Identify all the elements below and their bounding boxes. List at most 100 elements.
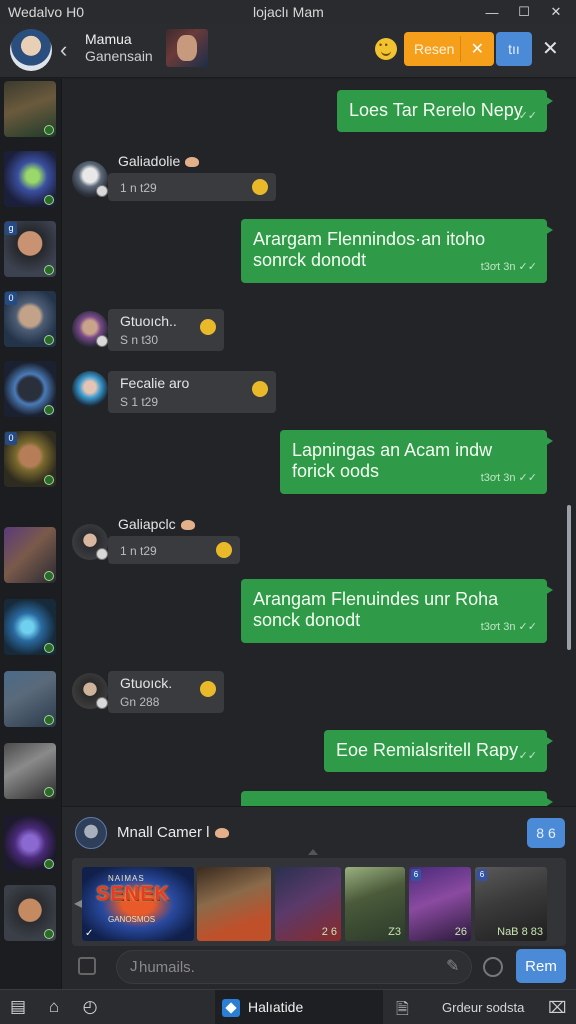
incoming-message[interactable]: Galiapclc 1 n t29 [72,514,252,570]
my-avatar[interactable] [10,29,52,71]
status-icon [44,125,54,135]
message-text: Lapningas an Acam indw forick oods [292,440,493,481]
sidebar-item-3[interactable]: g [4,221,56,277]
media-tile-2[interactable] [197,867,271,941]
sidebar-item-5[interactable] [4,361,56,417]
reaction-icon[interactable] [200,319,216,335]
home-icon[interactable]: ⌂ [44,997,64,1017]
reaction-icon[interactable] [200,681,216,697]
message-bubble[interactable]: 1 n t29 [108,173,276,201]
reaction-icon[interactable] [252,381,268,397]
message-meta: t3ơt 3n ✓✓ [480,261,537,273]
tile-subtitle: GANOSMOS [108,915,156,924]
document-icon[interactable]: 🗎 [396,998,409,1024]
outgoing-message-partial[interactable] [241,791,553,806]
read-check-icon: ✓✓ [518,110,537,122]
chat-header: ‹ Mamua Ganensain Resen ✕ tıı ✕ [0,24,576,78]
sidebar-item-6[interactable]: 0 [4,431,56,487]
message-time: t3ơt 3n [480,472,516,484]
status-icon [44,475,54,485]
maximize-icon[interactable]: ☐ [514,2,534,22]
sender-avatar[interactable] [72,161,108,197]
sidebar-item-11[interactable] [4,815,56,871]
outgoing-message[interactable]: Lapningas an Acam indw forick oods t3ơt … [280,430,553,494]
message-text: Loes Tar Rerelo Nepy [349,100,523,120]
message-bubble[interactable]: Fecalie aro S 1 t29 [108,371,276,413]
sidebar-item-10[interactable] [4,743,56,799]
pencil-icon[interactable]: ✎ [446,956,466,976]
sidebar-item-7[interactable] [4,527,56,583]
attach-icon[interactable] [78,957,96,975]
sender-avatar[interactable] [72,673,108,709]
sender-name: Fecalie aro [120,375,190,391]
button-divider [460,36,461,62]
orange-action-button[interactable]: Resen ✕ [404,32,494,66]
grid-menu-icon[interactable]: ▤ [8,997,28,1017]
outgoing-message[interactable]: Loes Tar Rerelo Nepy ✓✓ [337,90,553,132]
wave-icon [180,520,195,531]
message-time: t3ơt 3n [480,621,516,633]
close-x-icon[interactable]: ✕ [471,39,484,59]
composer-action-button[interactable]: 8 6 [527,818,565,848]
collapse-caret-icon[interactable] [308,849,318,855]
media-tile-3[interactable]: 2 6 [275,867,341,941]
incoming-message[interactable]: Gtuoıch.. S n t30 [72,309,272,353]
message-text: S 1 t29 [120,395,159,409]
sender-avatar[interactable] [72,524,108,560]
status-icon [44,195,54,205]
chat-avatar[interactable] [166,29,208,67]
incoming-message[interactable]: Gtuoıck. Gn 288 [72,671,272,715]
sidebar-item-9[interactable] [4,671,56,727]
sidebar-item-4[interactable]: 0 [4,291,56,347]
send-button[interactable]: Rem [516,949,566,983]
message-input[interactable] [116,950,472,984]
minimize-icon[interactable]: — [482,2,502,22]
emoji-icon[interactable] [375,38,397,60]
incoming-message[interactable]: Fecalie aro S 1 t29 [72,369,282,413]
wave-icon [214,828,229,839]
media-tile-5[interactable]: 6 26 [409,867,471,941]
message-bubble[interactable]: Gtuoıck. Gn 288 [108,671,224,713]
app-icon [222,999,240,1017]
back-arrow-icon[interactable]: ‹ [60,37,67,63]
message-bubble[interactable]: Gtuoıch.. S n t30 [108,309,224,351]
history-icon[interactable]: ◴ [80,997,100,1017]
message-text: Arargam Flennindos·an itoho sonrck donod… [253,229,486,270]
blue-action-button[interactable]: tıı [496,32,532,66]
taskbar-active-app[interactable]: Halıatide [215,990,383,1024]
media-tile-4[interactable]: Z3 [345,867,405,941]
wave-icon [185,157,200,168]
scrollbar[interactable] [567,505,571,650]
composer-name-text: Mnall Camer l [117,824,210,841]
sender-avatar[interactable] [72,311,108,347]
composer-avatar[interactable] [75,817,107,849]
outgoing-message[interactable]: Arangam Flenuindes unr Roha sonck donodt… [241,579,553,643]
notification-icon[interactable]: ⌧ [548,998,566,1018]
media-tile-1[interactable]: NAIMAS SENEK GANOSMOS ✓ [82,867,194,941]
outgoing-message[interactable]: Eoe Remialsritell Rapy ✓✓ [324,730,553,772]
status-icon [44,787,54,797]
sender-avatar[interactable] [72,371,108,407]
incoming-message[interactable]: Galiadolie 1 n t29 [72,151,282,207]
media-tile-6[interactable]: 6 NaB 8 83 [475,867,547,941]
message-time: t3ơt 3n [480,261,516,273]
sidebar-item-12[interactable] [4,885,56,941]
tile-number: Z3 [388,926,401,938]
outgoing-message[interactable]: Arargam Flennindos·an itoho sonrck donod… [241,219,553,283]
sidebar-item-1[interactable] [4,81,56,137]
reaction-icon[interactable] [252,179,268,195]
status-icon [96,548,108,560]
item-badge: g [5,222,17,235]
message-text: 1 n t29 [120,544,157,558]
reaction-icon[interactable] [216,542,232,558]
window-close-icon[interactable]: ✕ [546,2,566,22]
sidebar-item-8[interactable] [4,599,56,655]
message-list[interactable]: Loes Tar Rerelo Nepy ✓✓ Galiadolie 1 n t… [62,79,576,806]
message-bubble[interactable]: 1 n t29 [108,536,240,564]
emoji-picker-icon[interactable] [483,957,503,977]
status-icon [96,185,108,197]
sidebar-item-2[interactable] [4,151,56,207]
message-text: Gn 288 [120,695,160,709]
close-icon[interactable]: ✕ [542,36,559,61]
read-check-icon: ✓✓ [518,750,537,762]
